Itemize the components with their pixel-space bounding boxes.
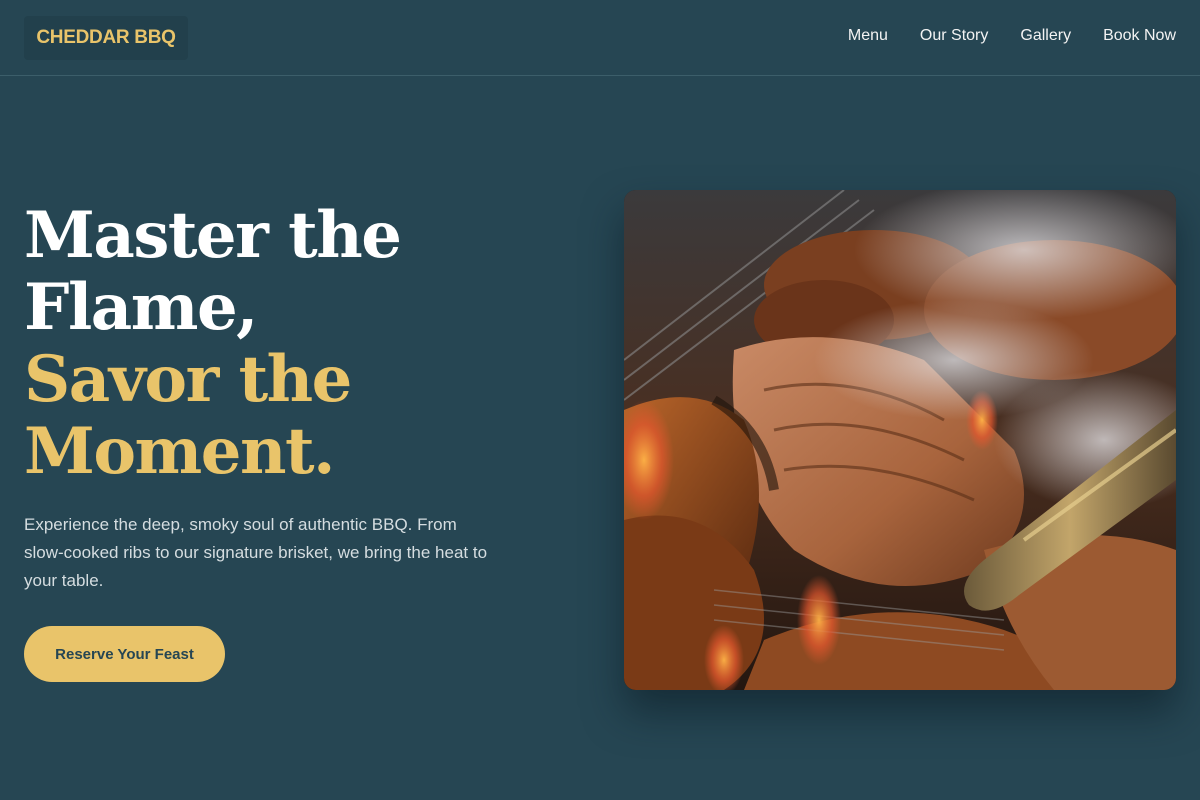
site-header: CHEDDAR BBQ Menu Our Story Gallery Book …	[0, 0, 1200, 76]
nav-link-book-now[interactable]: Book Now	[1103, 25, 1176, 47]
hero-accent-line: Moment.	[24, 414, 335, 489]
hero-title-line: Master the	[24, 198, 402, 273]
nav-link-our-story[interactable]: Our Story	[920, 25, 988, 47]
grilled-meat-photo	[624, 190, 1176, 690]
main-nav: Menu Our Story Gallery Book Now	[848, 25, 1176, 47]
reserve-button[interactable]: Reserve Your Feast	[24, 626, 225, 682]
nav-link-menu[interactable]: Menu	[848, 25, 888, 47]
nav-link-gallery[interactable]: Gallery	[1020, 25, 1071, 47]
hero-accent-line: Savor the	[24, 342, 352, 417]
hero-description: Experience the deep, smoky soul of authe…	[24, 515, 488, 590]
hero-title: Master the Flame, Savor the Moment.	[24, 200, 544, 488]
hero-title-line: Flame,	[24, 270, 258, 345]
logo[interactable]: CHEDDAR BBQ	[24, 16, 188, 60]
